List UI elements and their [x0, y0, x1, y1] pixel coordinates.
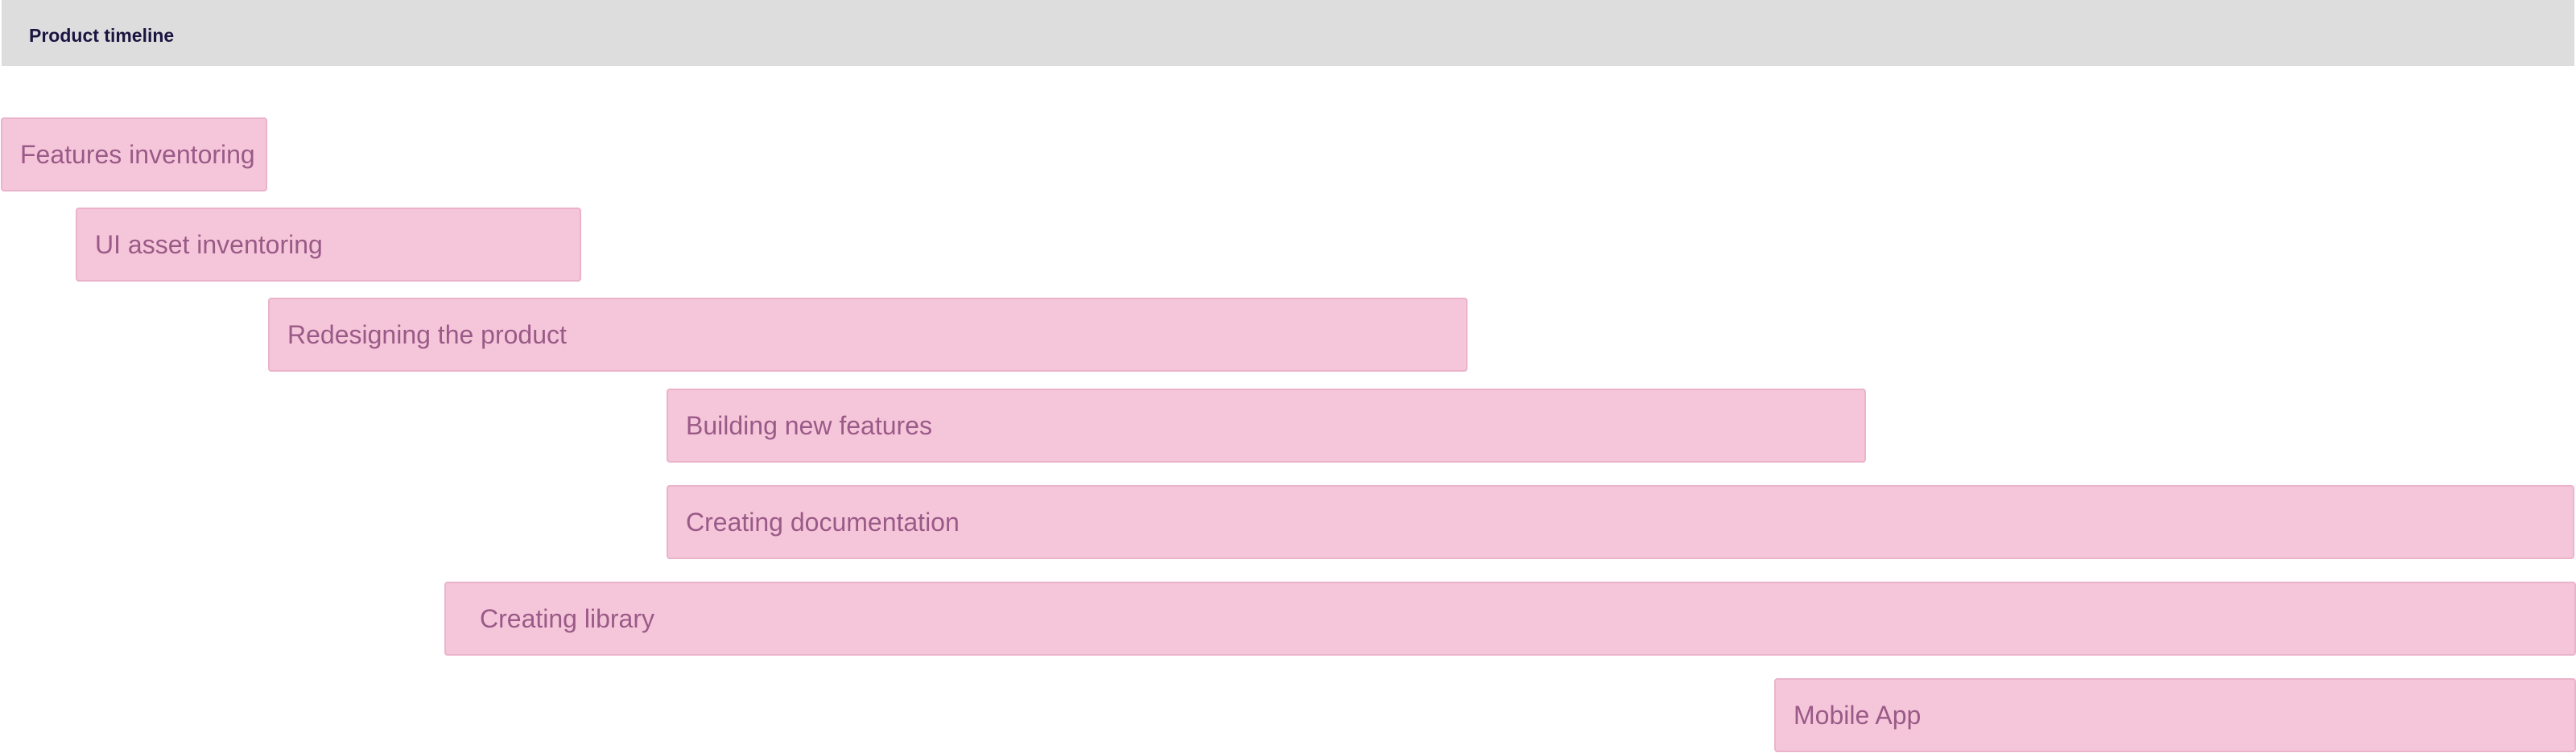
- timeline-bar-label: Mobile App: [1794, 701, 1922, 730]
- page-title: Product timeline: [29, 25, 175, 46]
- timeline-bar-label: UI asset inventoring: [95, 230, 323, 259]
- timeline-bar-features-inventoring[interactable]: Features inventoring: [1, 117, 267, 191]
- timeline-bar-mobile-app[interactable]: Mobile App: [1774, 678, 2576, 752]
- timeline-bar-label: Building new features: [686, 411, 932, 440]
- timeline-bar-label: Creating documentation: [686, 508, 960, 537]
- timeline-bar-label: Redesigning the product: [287, 320, 567, 349]
- timeline-bar-creating-documentation[interactable]: Creating documentation: [667, 485, 2574, 559]
- timeline-bar-ui-asset-inventoring[interactable]: UI asset inventoring: [76, 208, 581, 282]
- timeline-bar-building-new-features[interactable]: Building new features: [667, 389, 1866, 463]
- timeline-bar-label: Features inventoring: [20, 140, 255, 169]
- timeline-bar-redesigning-the-product[interactable]: Redesigning the product: [268, 298, 1468, 372]
- timeline-bar-creating-library[interactable]: Creating library: [444, 582, 2576, 656]
- timeline-header: Product timeline: [2, 0, 2574, 66]
- timeline-page: Product timeline Features inventoring UI…: [0, 0, 2576, 753]
- timeline-bar-label: Creating library: [480, 604, 654, 633]
